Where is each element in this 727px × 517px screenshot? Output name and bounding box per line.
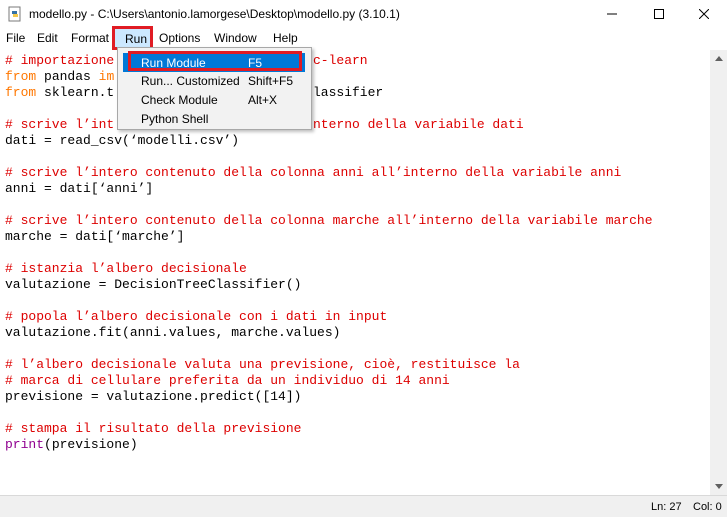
code-token: im [98, 69, 115, 84]
chevron-up-icon [714, 56, 723, 61]
code-token: # l’albero decisionale valuta una previs… [5, 357, 520, 372]
status-column-number: Col: 0 [693, 501, 722, 513]
close-icon [699, 9, 709, 19]
menu-edit[interactable]: Edit [37, 31, 58, 45]
code-editor[interactable]: # importazione from pandas im from sklear… [0, 50, 710, 495]
run-module-annotation [128, 51, 302, 71]
code-token: # importazione [5, 53, 123, 68]
check-module-item[interactable]: Check Module Alt+X [118, 90, 311, 109]
maximize-button[interactable] [636, 0, 682, 28]
code-token: # scrive l’intero contenuto della colonn… [5, 165, 622, 180]
status-bar: Ln: 27 Col: 0 [0, 495, 727, 517]
code-token: valutazione.fit(anni.values, marche.valu… [5, 325, 341, 340]
menu-options[interactable]: Options [159, 31, 200, 45]
code-token: (previsione) [44, 437, 138, 452]
code-token: valutazione = DecisionTreeClassifier() [5, 277, 302, 292]
code-token: c-learn [313, 53, 368, 68]
menu-window[interactable]: Window [214, 31, 257, 45]
code-token: # stampa il risultato della previsione [5, 421, 302, 436]
code-line: # scrive l’int [5, 117, 114, 133]
code-line: marche = dati[‘marche’] [5, 229, 184, 245]
code-line: from pandas im [5, 69, 114, 85]
code-token: lassifier [313, 85, 384, 100]
code-line-tail: c-learn [313, 53, 368, 69]
code-line: # stampa il risultato della previsione [5, 421, 301, 437]
status-line-number: Ln: 27 [651, 501, 682, 513]
code-token: # popola l’albero decisionale con i dati… [5, 309, 388, 324]
code-line: # importazione [5, 53, 122, 69]
code-token: marche = dati[‘marche’] [5, 229, 185, 244]
code-line: valutazione = DecisionTreeClassifier() [5, 277, 301, 293]
code-token: # istanzia l’albero decisionale [5, 261, 247, 276]
check-module-label: Check Module [141, 93, 218, 107]
menu-run-label: Run [125, 32, 148, 46]
code-line-tail: nterno della variabile dati [313, 117, 524, 133]
scroll-up-arrow[interactable] [710, 50, 727, 67]
code-token: # marca di cellulare preferita da un ind… [5, 373, 450, 388]
run-customized-shortcut: Shift+F5 [248, 74, 294, 88]
code-token: sklearn.t [36, 85, 115, 100]
code-token: print [5, 437, 45, 452]
close-button[interactable] [681, 0, 727, 28]
code-token: previsione = valutazione.predict([14]) [5, 389, 302, 404]
run-customized-item[interactable]: Run... Customized Shift+F5 [118, 71, 311, 90]
code-line: previsione = valutazione.predict([14]) [5, 389, 301, 405]
python-shell-label: Python Shell [141, 112, 209, 126]
chevron-down-icon [714, 484, 723, 489]
menu-format[interactable]: Format [71, 31, 109, 45]
code-line: anni = dati[‘anni’] [5, 181, 153, 197]
code-line: valutazione.fit(anni.values, marche.valu… [5, 325, 340, 341]
check-module-shortcut: Alt+X [248, 93, 278, 107]
code-line: # l’albero decisionale valuta una previs… [5, 357, 520, 373]
window-title: modello.py - C:\Users\antonio.lamorgese\… [29, 7, 400, 21]
code-line: from sklearn.t [5, 85, 114, 101]
code-token: from [5, 69, 37, 84]
code-token: nterno della variabile dati [313, 117, 524, 132]
scroll-down-arrow[interactable] [710, 478, 727, 495]
minimize-icon [607, 13, 617, 15]
code-line: # popola l’albero decisionale con i dati… [5, 309, 387, 325]
menu-help[interactable]: Help [273, 31, 298, 45]
code-token: # scrive l’intero contenuto della colonn… [5, 213, 653, 228]
code-line: # scrive l’intero contenuto della colonn… [5, 213, 653, 229]
code-line: # scrive l’intero contenuto della colonn… [5, 165, 621, 181]
code-line-tail: lassifier [313, 85, 383, 101]
code-line: dati = read_csv(‘modelli.csv’) [5, 133, 239, 149]
code-token: from [5, 85, 37, 100]
run-customized-label: Run... Customized [141, 74, 240, 88]
title-bar: modello.py - C:\Users\antonio.lamorgese\… [0, 0, 727, 28]
minimize-button[interactable] [589, 0, 635, 28]
code-token: # scrive l’int [5, 117, 115, 132]
vertical-scrollbar[interactable] [710, 50, 727, 495]
code-token: dati = read_csv(‘modelli.csv’) [5, 133, 240, 148]
menu-file[interactable]: File [6, 31, 25, 45]
python-shell-item[interactable]: Python Shell [118, 109, 311, 128]
code-line: # istanzia l’albero decisionale [5, 261, 247, 277]
code-token: anni = dati[‘anni’] [5, 181, 154, 196]
code-line: print(previsione) [5, 437, 138, 453]
menu-bar: File Edit Format Options Window Help [0, 28, 727, 48]
maximize-icon [654, 9, 664, 19]
code-line: # marca di cellulare preferita da un ind… [5, 373, 450, 389]
code-token: pandas [36, 69, 99, 84]
python-file-icon [8, 6, 21, 22]
